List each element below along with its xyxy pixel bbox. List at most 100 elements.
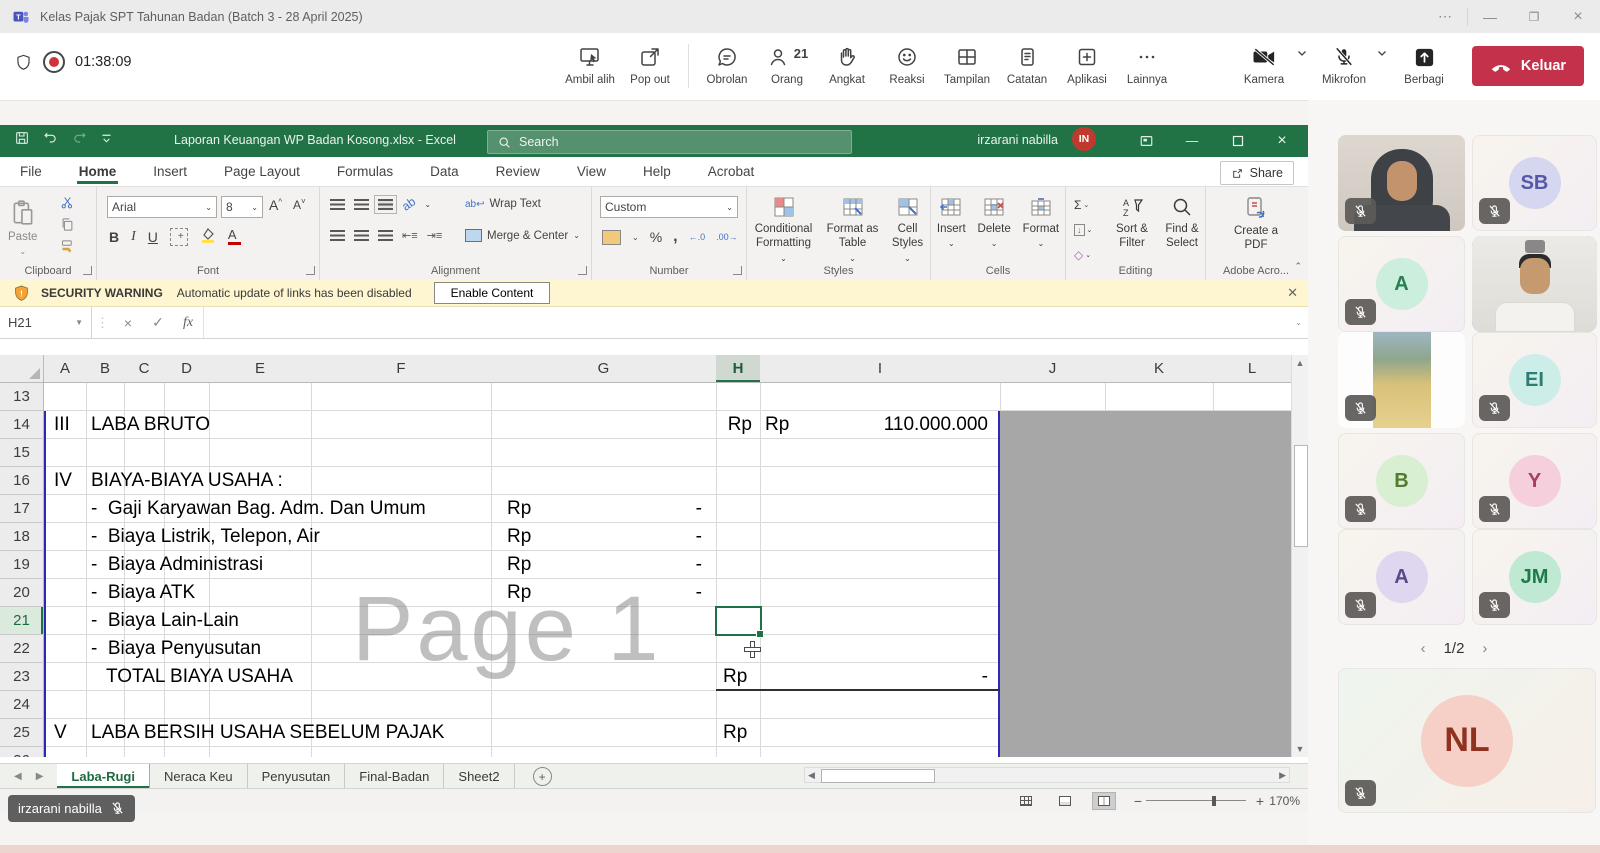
row-header-19[interactable]: 19 <box>0 551 44 579</box>
camera-chevron-icon[interactable] <box>1296 46 1308 64</box>
cell-B23[interactable]: TOTAL BIAYA USAHA <box>106 663 293 691</box>
window-minimize-icon[interactable]: — <box>1468 9 1512 25</box>
toolbar-button-aplikasi[interactable]: Aplikasi <box>1057 40 1117 90</box>
column-header-K[interactable]: K <box>1105 355 1214 383</box>
clear-button[interactable]: ◇⌄ <box>1074 245 1092 265</box>
ribbon-tab-help[interactable]: Help <box>641 159 673 184</box>
new-sheet-icon[interactable]: + <box>533 767 552 786</box>
borders-icon[interactable]: + <box>170 228 188 246</box>
ribbon-tab-page-layout[interactable]: Page Layout <box>222 159 302 184</box>
row-header-13[interactable]: 13 <box>0 383 44 411</box>
ribbon-tab-view[interactable]: View <box>575 159 608 184</box>
scroll-down-icon[interactable]: ▼ <box>1292 744 1308 754</box>
participant-tile-video-hijab[interactable] <box>1338 135 1465 231</box>
column-header-D[interactable]: D <box>164 355 210 383</box>
user-avatar[interactable]: IN <box>1072 127 1096 151</box>
wrap-text-button[interactable]: ab↩ Wrap Text <box>465 198 541 210</box>
cell-G17[interactable]: - <box>491 495 716 523</box>
microphone-button[interactable]: Mikrofon <box>1314 40 1390 90</box>
name-box[interactable]: H21 ▼ <box>0 307 92 338</box>
number-dialog-launcher-icon[interactable] <box>733 266 742 275</box>
create-pdf-button[interactable]: Create a PDF <box>1206 189 1306 253</box>
cell-B25[interactable]: LABA BERSIH USAHA SEBELUM PAJAK <box>91 719 444 747</box>
cell-B16[interactable]: BIAYA-BIAYA USAHA : <box>91 467 283 495</box>
fill-color-icon[interactable] <box>200 227 216 246</box>
cell-G18[interactable]: - <box>491 523 716 551</box>
sheet-nav-right-icon[interactable]: ▶ <box>36 771 44 782</box>
paste-button[interactable]: Paste ⌄ <box>8 191 37 257</box>
cell-B17[interactable]: - Gaji Karyawan Bag. Adm. Dan Umum <box>91 495 426 523</box>
leave-button[interactable]: Keluar <box>1472 46 1584 86</box>
zoom-out-icon[interactable]: − <box>1134 793 1142 809</box>
cell-B19[interactable]: - Biaya Administrasi <box>91 551 263 579</box>
decrease-indent-icon[interactable]: ⇤≡ <box>402 229 418 242</box>
row-header-25[interactable]: 25 <box>0 719 44 747</box>
accounting-format-icon[interactable] <box>602 230 621 245</box>
cell-I23[interactable]: - <box>760 663 1000 691</box>
hscroll-left-icon[interactable]: ◀ <box>808 770 815 781</box>
sheet-nav-left-icon[interactable]: ◀ <box>14 771 22 782</box>
cell-B20[interactable]: - Biaya ATK <box>91 579 195 607</box>
toolbar-button-obrolan[interactable]: Obrolan <box>697 40 757 90</box>
participant-tile-y[interactable]: Y <box>1472 433 1597 529</box>
cell-B21[interactable]: - Biaya Lain-Lain <box>91 607 239 635</box>
participant-tile-featured-nl[interactable]: NL <box>1338 668 1596 813</box>
toolbar-button-lainnya[interactable]: Lainnya <box>1117 40 1177 90</box>
autosum-button[interactable]: Σ⌄ <box>1074 195 1092 215</box>
excel-maximize-icon[interactable] <box>1218 125 1258 157</box>
row-header-26[interactable]: 26 <box>0 747 44 757</box>
toolbar-button-ambil-alih[interactable]: Ambil alih <box>560 40 620 90</box>
excel-minimize-icon[interactable]: — <box>1172 125 1212 157</box>
sheet-tab-neraca-keu[interactable]: Neraca Keu <box>150 764 248 788</box>
window-more-icon[interactable]: ⋯ <box>1423 8 1467 25</box>
copy-icon[interactable] <box>60 217 75 232</box>
formula-enter-icon[interactable]: ✓ <box>143 314 173 331</box>
scroll-up-icon[interactable]: ▲ <box>1292 355 1308 368</box>
row-header-23[interactable]: 23 <box>0 663 44 691</box>
column-header-A[interactable]: A <box>44 355 87 383</box>
insert-function-icon[interactable]: fx <box>173 315 203 331</box>
participant-tile-video-photo[interactable] <box>1338 332 1465 428</box>
shrink-font-icon[interactable]: A˅ <box>293 197 306 212</box>
share-workbook-button[interactable]: Share <box>1220 161 1294 185</box>
cell-B22[interactable]: - Biaya Penyusutan <box>91 635 261 663</box>
window-close-icon[interactable]: × <box>1556 8 1600 26</box>
participant-tile-ei[interactable]: EI <box>1472 332 1597 428</box>
zoom-slider-thumb[interactable] <box>1212 796 1216 806</box>
align-center-icon[interactable] <box>354 230 369 241</box>
toolbar-button-angkat[interactable]: Angkat <box>817 40 877 90</box>
vertical-scroll-thumb[interactable] <box>1294 445 1308 547</box>
increase-decimal-icon[interactable]: ←.0 <box>689 232 706 242</box>
cell-B14[interactable]: LABA BRUTO <box>91 411 210 439</box>
ribbon-display-options-icon[interactable] <box>1126 125 1166 157</box>
participants-next-icon[interactable]: › <box>1482 640 1487 657</box>
merge-center-button[interactable]: Merge & Center ⌄ <box>465 229 580 242</box>
sheet-tab-final-badan[interactable]: Final-Badan <box>345 764 444 788</box>
column-header-H[interactable]: H <box>716 355 761 383</box>
alignment-dialog-launcher-icon[interactable] <box>578 266 587 275</box>
ribbon-tab-formulas[interactable]: Formulas <box>335 159 395 184</box>
sheet-tab-penyusutan[interactable]: Penyusutan <box>248 764 346 788</box>
normal-view-icon[interactable] <box>1014 792 1038 810</box>
cell-A14[interactable]: III <box>54 411 70 439</box>
align-right-icon[interactable] <box>378 230 393 241</box>
font-name-select[interactable]: Arial⌄ <box>107 196 217 218</box>
sheet-grid[interactable]: ABCDEFGHIJKL Page 1 1314IIILABA BRUTORpR… <box>0 355 1291 757</box>
row-header-21[interactable]: 21 <box>0 607 44 635</box>
zoom-level[interactable]: 170% <box>1269 794 1300 808</box>
align-left-icon[interactable] <box>330 230 345 241</box>
row-header-20[interactable]: 20 <box>0 579 44 607</box>
ribbon-tab-review[interactable]: Review <box>494 159 542 184</box>
fill-handle[interactable] <box>756 630 764 638</box>
select-all-corner[interactable] <box>0 355 44 383</box>
formula-expand-chevron-icon[interactable]: ⌄ <box>1295 318 1302 327</box>
cell-B18[interactable]: - Biaya Listrik, Telepon, Air <box>91 523 320 551</box>
cut-icon[interactable] <box>60 195 75 210</box>
vertical-scrollbar[interactable]: ▲ ▼ <box>1291 355 1308 757</box>
column-header-F[interactable]: F <box>311 355 492 383</box>
italic-button[interactable]: I <box>131 229 136 245</box>
cell-H25[interactable]: Rp <box>723 719 747 747</box>
font-dialog-launcher-icon[interactable] <box>306 266 315 275</box>
page-break-view-icon[interactable] <box>1092 792 1116 810</box>
bold-button[interactable]: B <box>109 229 119 245</box>
